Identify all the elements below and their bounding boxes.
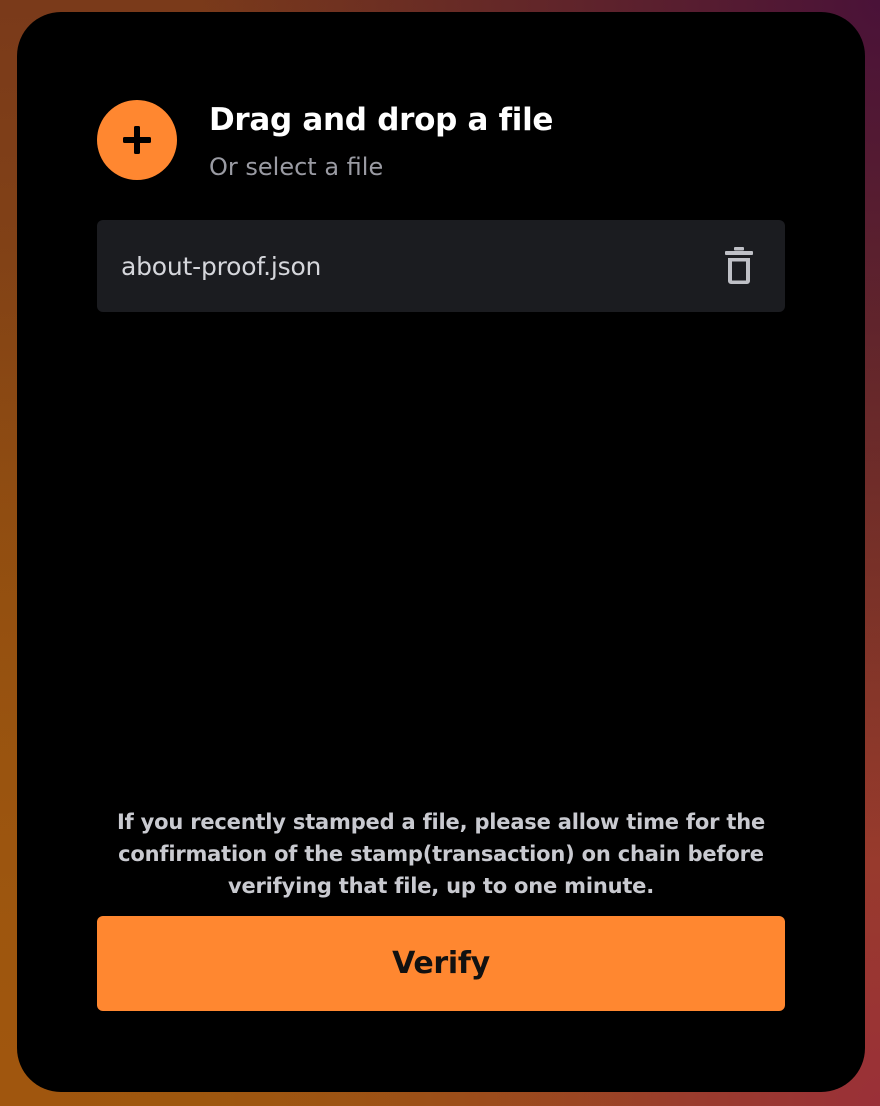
verification-notice: If you recently stamped a file, please a… — [116, 810, 765, 898]
file-list-item: about-proof.json — [97, 220, 785, 312]
dropzone-subtitle[interactable]: Or select a file — [209, 150, 553, 184]
dropzone-title: Drag and drop a file — [209, 102, 554, 138]
dropzone-text: Drag and drop a file Or select a file — [209, 100, 553, 184]
file-name: about-proof.json — [121, 251, 322, 281]
plus-icon — [123, 126, 151, 154]
trash-icon — [725, 247, 753, 284]
file-dropzone[interactable]: Drag and drop a file Or select a file — [97, 100, 697, 196]
verify-button[interactable]: Verify — [97, 916, 785, 1011]
delete-file-button[interactable] — [723, 246, 755, 286]
verify-card: Drag and drop a file Or select a file ab… — [17, 12, 865, 1092]
add-file-button[interactable] — [97, 100, 177, 180]
